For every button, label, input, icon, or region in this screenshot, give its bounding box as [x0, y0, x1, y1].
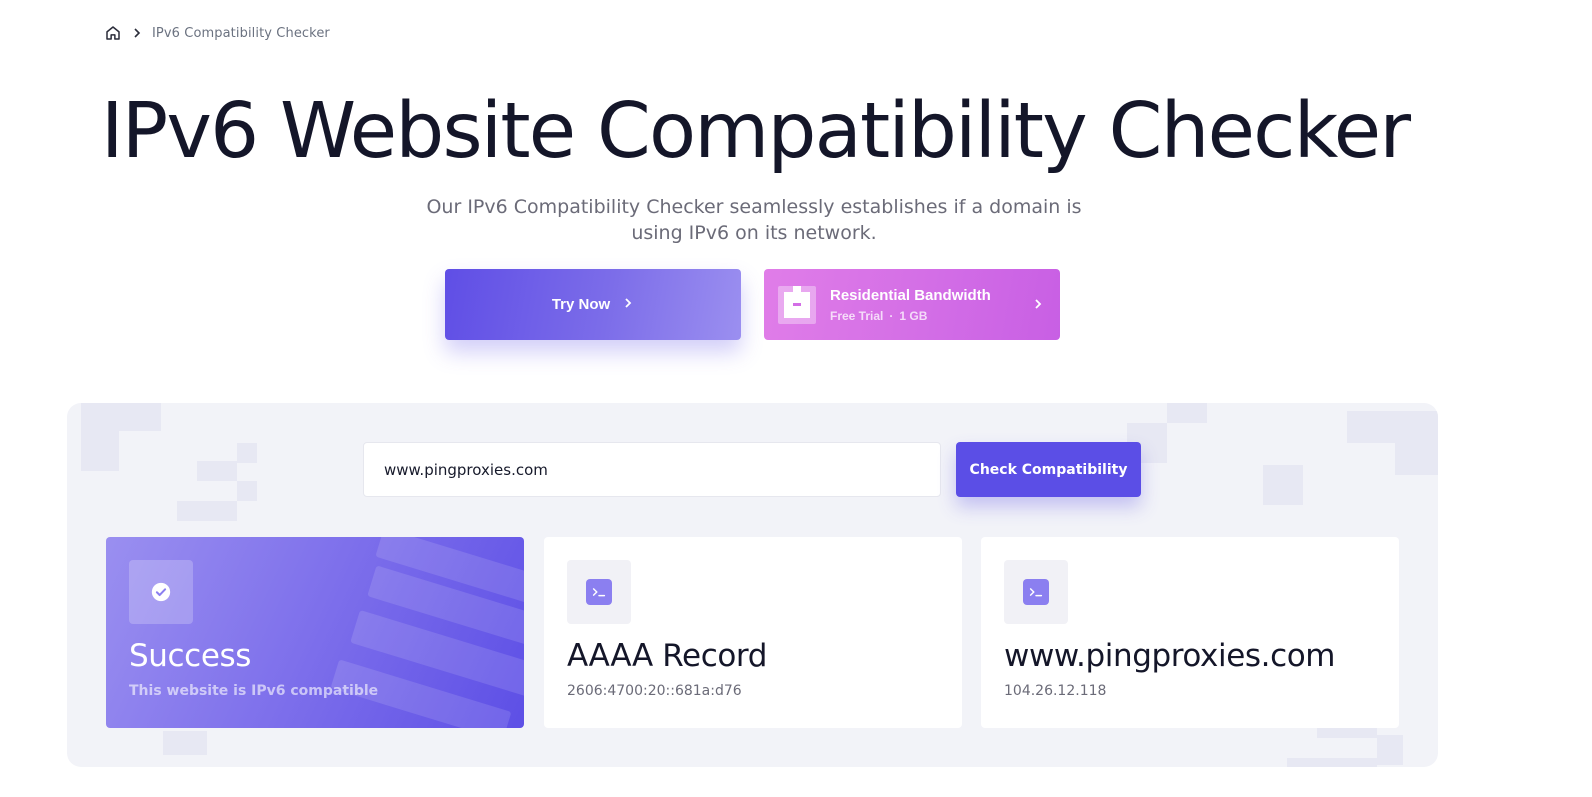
panel-decoration: [197, 461, 237, 481]
check-circle-icon: [151, 582, 171, 602]
residential-bandwidth-button[interactable]: Residential Bandwidth Free Trial · 1 GB: [764, 269, 1060, 340]
breadcrumb: IPv6 Compatibility Checker: [104, 22, 330, 44]
aaaa-record-card: AAAA Record 2606:4700:20::681a:d76: [544, 537, 962, 728]
panel-decoration: [1347, 411, 1395, 443]
result-title: AAAA Record: [567, 638, 767, 674]
chevron-right-icon: [131, 27, 143, 39]
residential-title: Residential Bandwidth: [830, 286, 991, 304]
result-subtitle: This website is IPv6 compatible: [129, 683, 379, 699]
terminal-icon-box: [567, 560, 631, 624]
page-title: IPv6 Website Compatibility Checker: [100, 87, 1411, 176]
terminal-icon: [1023, 579, 1049, 605]
breadcrumb-current: IPv6 Compatibility Checker: [152, 25, 330, 41]
result-title: Success: [129, 638, 251, 674]
package-icon: [778, 285, 816, 324]
panel-decoration: [1395, 411, 1438, 443]
try-now-button[interactable]: Try Now: [445, 269, 741, 340]
panel-decoration: [1395, 443, 1438, 475]
chevron-right-icon: [622, 297, 634, 312]
free-trial-label: Free Trial: [830, 308, 884, 323]
panel-decoration: [1377, 735, 1403, 765]
panel-decoration: [1167, 403, 1207, 423]
panel-decoration: [121, 403, 161, 431]
success-result-card: Success This website is IPv6 compatible: [106, 537, 524, 728]
terminal-icon-box: [1004, 560, 1068, 624]
result-subtitle: 104.26.12.118: [1004, 683, 1107, 699]
domain-input[interactable]: [363, 442, 941, 497]
chevron-right-icon: [1032, 298, 1046, 312]
panel-decoration: [237, 443, 257, 463]
panel-decoration: [81, 403, 121, 431]
panel-decoration: [163, 731, 207, 755]
panel-decoration: [1317, 728, 1377, 738]
result-title: www.pingproxies.com: [1004, 638, 1336, 674]
bandwidth-amount: 1 GB: [899, 308, 928, 323]
checker-panel: Check Compatibility Success This website…: [67, 403, 1438, 767]
panel-decoration: [1263, 465, 1303, 505]
check-compatibility-button[interactable]: Check Compatibility: [956, 442, 1141, 497]
home-icon[interactable]: [104, 24, 122, 42]
panel-decoration: [81, 431, 119, 471]
panel-decoration: [237, 481, 257, 501]
separator-dot: ·: [889, 308, 894, 323]
panel-decoration: [177, 501, 237, 521]
domain-ip-card: www.pingproxies.com 104.26.12.118: [981, 537, 1399, 728]
terminal-icon: [586, 579, 612, 605]
page-subtitle: Our IPv6 Compatibility Checker seamlessl…: [426, 196, 1082, 244]
try-now-label: Try Now: [551, 296, 611, 313]
panel-decoration: [1287, 758, 1377, 767]
success-icon-box: [129, 560, 193, 624]
result-subtitle: 2606:4700:20::681a:d76: [567, 683, 742, 699]
